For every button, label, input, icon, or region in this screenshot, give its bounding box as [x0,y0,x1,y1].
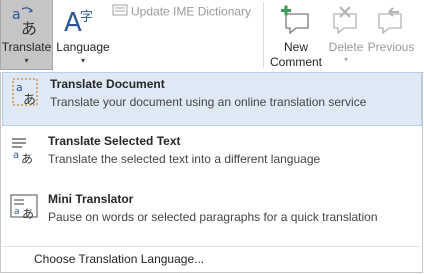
new-comment-button[interactable]: New Comment [268,0,324,70]
chevron-down-icon: ▾ [80,56,85,65]
translate-label: Translate [1,40,52,54]
previous-comment-icon [375,5,407,40]
translate-dropdown-menu: a あ Translate Document Translate your do… [0,72,423,273]
svg-text:あ: あ [22,207,34,221]
language-icon: A 字 [64,5,100,40]
new-comment-icon [280,5,312,40]
menu-item-title: Translate Document [50,77,165,91]
ime-dictionary-icon [112,3,128,20]
update-ime-dictionary-button[interactable]: Update IME Dictionary [112,3,251,21]
language-label: Language [56,40,110,54]
previous-label: Previous [367,40,415,54]
update-ime-dictionary-label: Update IME Dictionary [131,4,252,19]
svg-text:a: a [12,7,21,23]
delete-comment-button[interactable]: Delete ▾ [326,0,366,70]
chevron-down-icon: ▾ [343,55,348,64]
mini-translator-icon: a あ [10,193,40,228]
translate-document-icon: a あ [12,78,42,113]
ribbon-separator [263,2,264,68]
menu-item-translate-selected-text[interactable]: a あ Translate Selected Text Translate th… [1,130,422,184]
new-comment-label-line1: New [283,40,308,54]
menu-item-mini-translator[interactable]: a あ Mini Translator Pause on words or se… [1,188,422,242]
translate-selected-text-icon: a あ [10,135,40,170]
previous-comment-button[interactable]: Previous [366,0,416,70]
menu-item-description: Pause on words or selected paragraphs fo… [48,210,378,224]
menu-item-translate-document[interactable]: a あ Translate Document Translate your do… [2,72,422,126]
chevron-down-icon: ▾ [24,56,29,65]
review-ribbon: a あ Translate ▾ A 字 Language ▾ Update IM… [0,0,424,73]
delete-comment-icon [330,5,362,40]
svg-text:あ: あ [21,19,37,37]
delete-label: Delete [328,40,364,54]
svg-text:あ: あ [21,152,33,165]
choose-translation-language-item[interactable]: Choose Translation Language... [34,252,204,266]
svg-text:字: 字 [80,10,93,25]
new-comment-label-line2: Comment [269,55,322,69]
menu-item-description: Translate the selected text into a diffe… [48,152,321,166]
menu-separator [2,246,421,247]
menu-item-description: Translate your document using an online … [50,95,367,109]
svg-text:a: a [13,150,19,161]
translate-button[interactable]: a あ Translate ▾ [0,0,53,70]
menu-item-title: Translate Selected Text [48,134,181,148]
language-button[interactable]: A 字 Language ▾ [54,0,112,70]
svg-text:あ: あ [23,93,36,108]
svg-text:a: a [16,81,23,94]
translate-icon: a あ [10,5,44,40]
svg-text:a: a [14,207,20,217]
menu-item-title: Mini Translator [48,192,134,206]
